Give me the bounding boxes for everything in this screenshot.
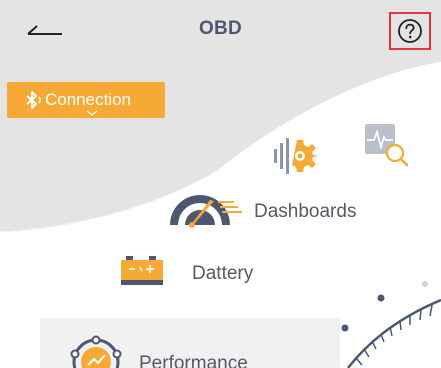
waveform-search-icon[interactable] xyxy=(362,120,410,168)
obd-screen: OBD Connection Dashboards Dattery Perfor… xyxy=(0,0,441,368)
help-icon xyxy=(398,19,422,43)
header: OBD xyxy=(0,0,441,62)
connection-label: Connection xyxy=(45,90,132,109)
decorative-dot xyxy=(377,294,385,302)
decorative-dot xyxy=(341,324,349,332)
performance-icon[interactable] xyxy=(66,334,128,368)
help-button[interactable] xyxy=(389,12,431,50)
speedometer-icon[interactable] xyxy=(168,192,244,228)
performance-label[interactable]: Performance xyxy=(139,353,248,368)
bluetooth-icon xyxy=(26,91,41,109)
chevron-down-icon xyxy=(86,110,98,116)
battery-label[interactable]: Dattery xyxy=(192,263,253,285)
gear-settings-icon[interactable] xyxy=(270,128,322,186)
dial-arc xyxy=(347,298,441,368)
decorative-dot xyxy=(422,281,428,287)
connection-tab[interactable]: Connection xyxy=(7,82,165,118)
dashboards-label[interactable]: Dashboards xyxy=(254,201,356,223)
page-title: OBD xyxy=(198,18,243,39)
battery-icon[interactable] xyxy=(120,254,164,288)
